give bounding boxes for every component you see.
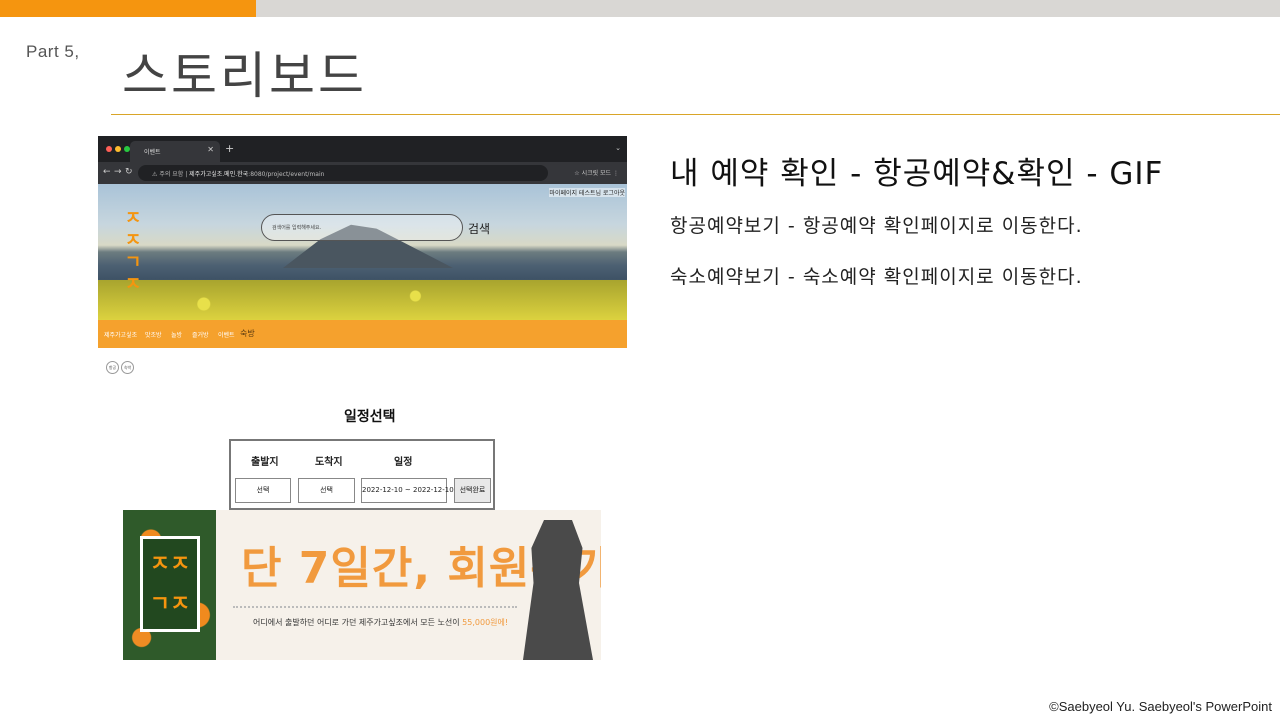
arrival-label: 도착지 [315,457,343,468]
title-divider [111,114,1280,115]
select-complete-button[interactable]: 선택완료 [454,478,491,503]
tab-title: 이벤트 [144,149,161,156]
departure-label: 출발지 [251,457,279,468]
tab-search-icon[interactable]: ⌄ [615,144,621,152]
menu-item-food[interactable]: 맛조방 [145,330,162,339]
flight-filter-pill[interactable]: 항공 [106,361,119,374]
minimize-window-dot[interactable] [115,146,121,152]
promo-banner[interactable]: ㅈㅈ ㄱㅈ 단 7일간, 회원특가 어디에서 출발하던 어디로 가던 제주가고싶… [123,510,601,660]
storyboard-screenshot: 이벤트 ✕ + ⌄ ← → ↻ ⚠ 주의 요함 | 제주가고싶조.메인.한국:8… [98,136,627,665]
slide-title: 스토리보드 [122,47,367,105]
flower-field-illustration [98,280,627,320]
profile-chip[interactable]: ☆ 시크릿 모드 ⋮ [574,168,619,177]
reload-icon[interactable]: ↻ [125,167,133,177]
tab-close-icon[interactable]: ✕ [207,145,214,154]
description-line-flight: 항공예약보기 - 항공예약 확인페이지로 이동한다. [670,215,1083,237]
banner-price: 55,000원에! [462,618,509,627]
incognito-profile: 시크릿 모드 [581,170,612,177]
site-logo[interactable]: ㅈㅈ ㄱㅈ [118,208,148,295]
banner-subtext: 어디에서 출발하던 어디로 가던 제주가고싶조에서 모든 노선이 55,000원… [253,617,508,628]
menu-item-home[interactable]: 제주가고싶조 [104,330,137,339]
search-input[interactable]: 검색어를 입력해주세요. [261,214,463,241]
close-window-dot[interactable] [106,146,112,152]
forward-icon[interactable]: → [114,167,122,177]
address-bar[interactable]: ⚠ 주의 요함 | 제주가고싶조.메인.한국:8080/project/even… [138,165,548,181]
banner-subtext-main: 어디에서 출발하던 어디로 가던 제주가고싶조에서 모든 노선이 [253,618,463,627]
schedule-title: 일정선택 [344,409,396,425]
hero-banner: ㅈㅈ ㄱㅈ 검색어를 입력해주세요. 검색 마이페이지 테스트님 로그아웃 [98,184,627,320]
site-menu-bar: 제주가고싶조 맛조방 놀방 즐거방 이벤트 숙방 [98,320,627,348]
copyright-notice: ©Saebyeol Yu. Saebyeol's PowerPoint [1049,699,1272,714]
star-icon[interactable]: ☆ [574,170,579,177]
description-heading: 내 예약 확인 - 항공예약&확인 - GIF [670,156,1164,192]
menu-item-stay[interactable]: 숙방 [240,328,255,339]
top-accent-bar-orange [0,0,256,17]
user-links[interactable]: 마이페이지 테스트님 로그아웃 [549,188,625,197]
menu-dots-icon[interactable]: ⋮ [613,170,619,177]
part-label: Part 5, [26,42,80,61]
url-path: :8080/project/event/main [248,171,325,178]
stay-filter-pill[interactable]: 숙박 [121,361,134,374]
arrival-select[interactable]: 선택 [298,478,355,503]
url-prefix: 주의 요함 | [159,171,188,178]
browser-tab[interactable]: 이벤트 ✕ [130,141,220,162]
menu-item-fun[interactable]: 즐거방 [192,330,209,339]
dates-label: 일정 [394,457,413,468]
back-icon[interactable]: ← [103,167,111,177]
browser-tab-strip: 이벤트 ✕ + ⌄ [98,136,627,162]
browser-toolbar: ← → ↻ ⚠ 주의 요함 | 제주가고싶조.메인.한국:8080/projec… [98,162,627,184]
schedule-form: 출발지 도착지 일정 선택 선택 2022-12-10 ~ 2022-12-10… [229,439,495,510]
departure-select[interactable]: 선택 [235,478,291,503]
warning-icon: ⚠ [152,171,158,178]
banner-logo: ㅈㅈ ㄱㅈ [140,536,200,632]
menu-item-event[interactable]: 이벤트 [218,330,235,339]
url-host: 제주가고싶조.메인.한국 [189,171,249,178]
description-line-stay: 숙소예약보기 - 숙소예약 확인페이지로 이동한다. [670,266,1083,288]
menu-item-play[interactable]: 놀방 [171,330,182,339]
banner-divider [233,606,517,608]
new-tab-button[interactable]: + [225,142,234,155]
date-range-input[interactable]: 2022-12-10 ~ 2022-12-10 [361,478,454,503]
search-button[interactable]: 검색 [468,220,490,237]
